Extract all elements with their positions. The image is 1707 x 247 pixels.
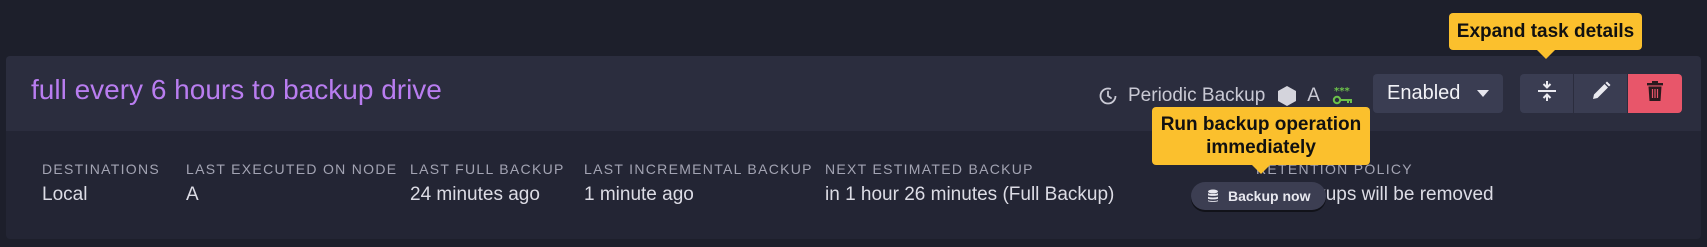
expand-details-button[interactable] [1520, 74, 1574, 113]
caret-down-icon [1477, 90, 1489, 97]
last-full-backup-label: LAST FULL BACKUP [410, 161, 565, 177]
last-incremental-backup-label: LAST INCREMENTAL BACKUP [584, 161, 813, 177]
destinations-field: DESTINATIONS Local [42, 161, 160, 206]
expand-vertical-icon [1535, 79, 1559, 108]
next-estimated-backup-label: NEXT ESTIMATED BACKUP [825, 161, 1034, 177]
next-estimated-backup-field: NEXT ESTIMATED BACKUP in 1 hour 26 minut… [825, 161, 1114, 206]
last-full-backup-value: 24 minutes ago [410, 184, 540, 205]
last-executed-label: LAST EXECUTED ON NODE [186, 161, 398, 177]
pencil-icon [1590, 80, 1612, 107]
next-estimated-backup-value: in 1 hour 26 minutes (Full Backup) [825, 184, 1115, 205]
last-executed-value: A [186, 184, 199, 205]
task-header: full every 6 hours to backup drive Perio… [6, 56, 1701, 131]
node-tag: A [1307, 85, 1320, 106]
encryption-key-icon: *** [1332, 86, 1354, 106]
task-title: full every 6 hours to backup drive [31, 74, 442, 105]
task-state-select[interactable]: Enabled [1373, 74, 1503, 113]
last-full-backup-field: LAST FULL BACKUP 24 minutes ago [410, 161, 565, 206]
svg-text:***: *** [1334, 86, 1350, 97]
expand-details-tooltip: Expand task details [1449, 13, 1642, 59]
edit-task-button[interactable] [1574, 74, 1628, 113]
task-details: DESTINATIONS Local LAST EXECUTED ON NODE… [6, 131, 1701, 239]
destinations-label: DESTINATIONS [42, 161, 161, 177]
task-state-value: Enabled [1387, 82, 1461, 104]
task-type-label: Periodic Backup [1128, 85, 1266, 106]
backup-now-button[interactable]: Backup now [1191, 182, 1326, 210]
last-incremental-backup-value: 1 minute ago [584, 184, 694, 205]
node-hexagon-icon [1277, 85, 1297, 107]
run-backup-tooltip: Run backup operation immediately [1152, 107, 1370, 174]
task-type-group: Periodic Backup A *** [1098, 82, 1354, 110]
last-executed-field: LAST EXECUTED ON NODE A [186, 161, 397, 206]
database-icon [1207, 189, 1219, 203]
backup-now-label: Backup now [1228, 188, 1311, 204]
last-incremental-backup-field: LAST INCREMENTAL BACKUP 1 minute ago [584, 161, 813, 206]
task-action-buttons [1520, 74, 1682, 113]
periodic-clock-icon [1098, 86, 1118, 106]
destinations-value: Local [42, 184, 88, 205]
backup-task-card: full every 6 hours to backup drive Perio… [6, 56, 1701, 239]
delete-task-button[interactable] [1628, 74, 1682, 113]
trash-icon [1645, 80, 1665, 107]
